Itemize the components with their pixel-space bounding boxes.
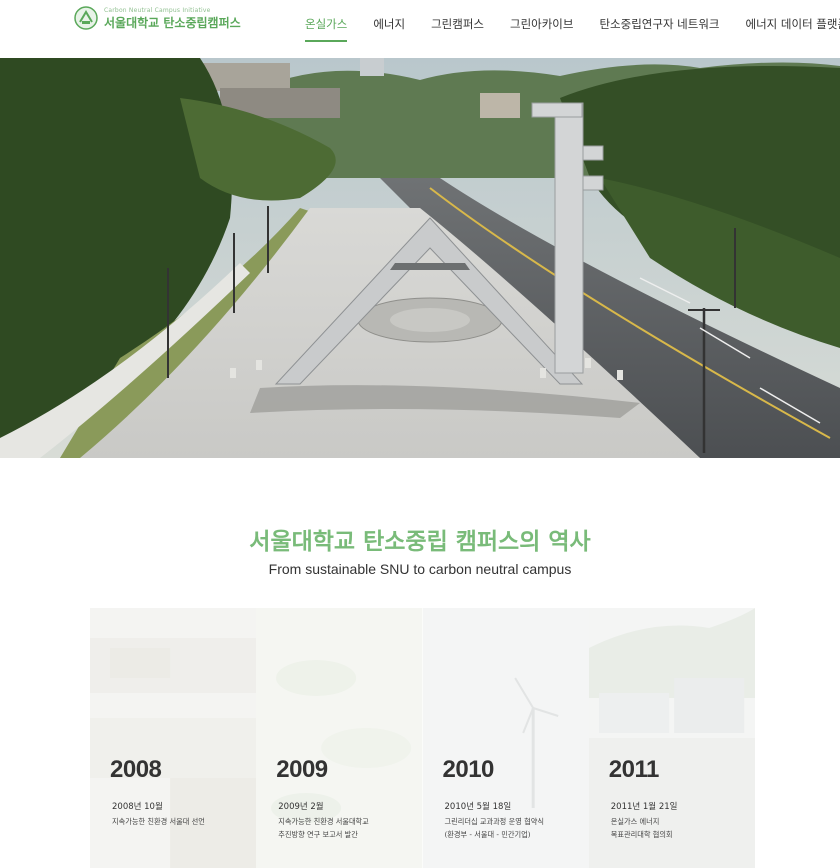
timeline-card-2009[interactable]: 2009 2009년 2월 지속가능한 친환경 서울대학교 추진방향 연구 보고… <box>256 608 423 868</box>
timeline-date: 2010년 5월 18일 <box>444 802 512 812</box>
timeline-year: 2008 <box>110 756 162 783</box>
section-title: 서울대학교 탄소중립 캠퍼스의 역사 <box>249 529 591 555</box>
timeline-year: 2011 <box>608 756 660 783</box>
nav-item-energy-data-platform[interactable]: 에너지 데이터 플랫폼 <box>746 16 840 42</box>
timeline-year: 2009 <box>276 756 328 783</box>
logo-title: 서울대학교 탄소중립캠퍼스 <box>104 15 241 30</box>
nav-item-energy[interactable]: 에너지 <box>373 16 405 42</box>
timeline-year: 2010 <box>442 756 495 783</box>
logo-subtitle: Carbon Neutral Campus Initiative <box>104 6 211 14</box>
section-subtitle: From sustainable SNU to carbon neutral c… <box>268 561 572 577</box>
timeline-card-2008[interactable]: 2008 2008년 10월 지속가능한 친환경 서울대 선언 <box>90 608 257 868</box>
timeline-description: 그린리더십 교과과정 운영 협약식 (환경부 - 서울대 - 민간기업) <box>444 817 544 839</box>
timeline-description: 지속가능한 친환경 서울대 선언 <box>112 817 205 826</box>
site-header: Carbon Neutral Campus Initiative 서울대학교 탄… <box>0 0 840 58</box>
timeline-cards: 2008 2008년 10월 지속가능한 친환경 서울대 선언 2009 200… <box>90 608 755 868</box>
timeline-date: 2011년 1월 21일 <box>610 802 678 812</box>
timeline-description: 온실가스 에너지 목표관리대학 협의회 <box>610 817 673 839</box>
timeline-date: 2009년 2월 <box>278 802 324 812</box>
nav-item-green-campus[interactable]: 그린캠퍼스 <box>431 16 484 42</box>
main-nav: 온실가스 에너지 그린캠퍼스 그린아카이브 탄소중립연구자 네트워크 에너지 데… <box>305 16 840 42</box>
timeline-date: 2008년 10월 <box>112 802 163 812</box>
timeline-description: 지속가능한 친환경 서울대학교 추진방향 연구 보고서 발간 <box>278 817 369 839</box>
hero-image <box>0 58 840 458</box>
timeline-card-2011[interactable]: 2011 2011년 1월 21일 온실가스 에너지 목표관리대학 협의회 <box>588 608 755 868</box>
timeline-card-2010[interactable]: 2010 2010년 5월 18일 그린리더십 교과과정 운영 협약식 (환경부… <box>422 608 589 868</box>
snu-main-gate-photo <box>0 58 840 458</box>
nav-item-green-archive[interactable]: 그린아카이브 <box>510 16 573 42</box>
building-photo-icon <box>90 608 257 868</box>
snu-emblem-icon <box>74 6 98 30</box>
nav-item-greenhouse-gas[interactable]: 온실가스 <box>305 16 348 42</box>
nav-item-researcher-network[interactable]: 탄소중립연구자 네트워크 <box>599 16 719 42</box>
site-logo[interactable]: Carbon Neutral Campus Initiative 서울대학교 탄… <box>74 6 241 30</box>
